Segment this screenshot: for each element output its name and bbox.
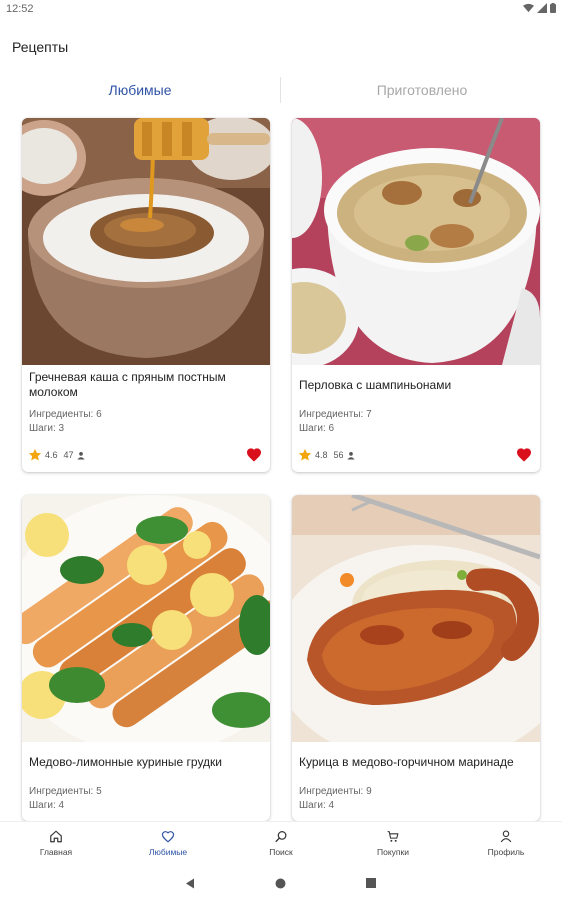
page-title: Рецепты — [12, 39, 69, 55]
recents-icon[interactable] — [366, 878, 376, 888]
battery-icon — [550, 3, 556, 13]
rating-value: 4.8 — [315, 450, 328, 460]
nav-item-profile[interactable]: Профиль — [450, 830, 562, 866]
search-icon — [275, 831, 287, 843]
recipe-ingredients: Ингредиенты: 7 — [299, 409, 372, 420]
recipe-title: Перловка с шампиньонами — [299, 378, 452, 392]
recipe-title: Медово-лимонные куриные грудки — [29, 755, 223, 769]
signal-icon — [537, 3, 547, 13]
heart-icon — [161, 831, 175, 843]
recipe-card[interactable]: Перловка с шампиньонами Ингредиенты: 7 Ш… — [292, 118, 540, 472]
recipe-card[interactable]: Курица в медово-горчичном маринаде Ингре… — [292, 495, 540, 821]
wifi-icon — [523, 3, 534, 13]
tab-bar: Любимые Приготовлено — [0, 75, 562, 105]
person-icon — [76, 451, 85, 459]
review-count: 56 — [333, 450, 344, 460]
nav-label: Главная — [39, 847, 73, 857]
person-icon — [346, 451, 355, 459]
nav-label: Поиск — [269, 847, 293, 857]
recipe-card[interactable]: Медово-лимонные куриные грудки Ингредиен… — [22, 495, 270, 821]
recipe-steps: Шаги: 4 — [299, 800, 335, 811]
recipe-image — [22, 118, 270, 365]
status-time: 12:52 — [6, 3, 34, 15]
star-icon — [28, 448, 42, 461]
recipe-steps: Шаги: 3 — [29, 423, 65, 434]
recipe-rating: 4.8 56 — [298, 447, 355, 463]
star-icon — [298, 448, 312, 461]
nav-label: Профиль — [487, 847, 525, 857]
tab-divider — [280, 77, 281, 103]
profile-icon — [500, 830, 512, 843]
review-count: 47 — [63, 450, 74, 460]
nav-item-shopping[interactable]: Покупки — [337, 830, 449, 866]
recipe-image — [292, 495, 540, 742]
status-icons — [523, 3, 556, 13]
status-bar: 12:52 — [0, 0, 562, 20]
recipe-image — [292, 118, 540, 365]
favorite-heart-icon[interactable] — [516, 447, 532, 462]
recipe-title: Курица в медово-горчичном маринаде — [299, 755, 514, 769]
recipe-ingredients: Ингредиенты: 5 — [29, 786, 102, 797]
nav-item-favorites[interactable]: Любимые — [112, 830, 224, 866]
system-navigation-bar — [0, 866, 562, 900]
home-circle-icon[interactable] — [275, 878, 286, 889]
home-icon — [50, 830, 62, 843]
recipe-image — [22, 495, 270, 742]
recipe-steps: Шаги: 6 — [299, 423, 335, 434]
recipe-title: Гречневая каша с пряным постным молоком — [29, 370, 226, 399]
rating-value: 4.6 — [45, 450, 58, 460]
cart-icon — [387, 831, 399, 842]
nav-item-home[interactable]: Главная — [0, 830, 112, 866]
recipe-ingredients: Ингредиенты: 9 — [299, 786, 372, 797]
nav-label: Покупки — [377, 847, 409, 857]
recipe-card[interactable]: Гречневая каша с пряным постным молоком … — [22, 118, 270, 472]
recipe-steps: Шаги: 4 — [29, 800, 65, 811]
recipe-ingredients: Ингредиенты: 6 — [29, 409, 102, 420]
tab-cooked[interactable]: Приготовлено — [282, 75, 562, 105]
nav-item-search[interactable]: Поиск — [225, 830, 337, 866]
back-icon[interactable] — [185, 878, 195, 889]
recipe-rating: 4.6 47 — [28, 447, 85, 463]
nav-label: Любимые — [148, 847, 188, 857]
bottom-navigation: Главная Любимые Поиск Покупки Профиль — [0, 821, 562, 866]
favorite-heart-icon[interactable] — [246, 447, 262, 462]
tab-favorites[interactable]: Любимые — [0, 75, 280, 105]
